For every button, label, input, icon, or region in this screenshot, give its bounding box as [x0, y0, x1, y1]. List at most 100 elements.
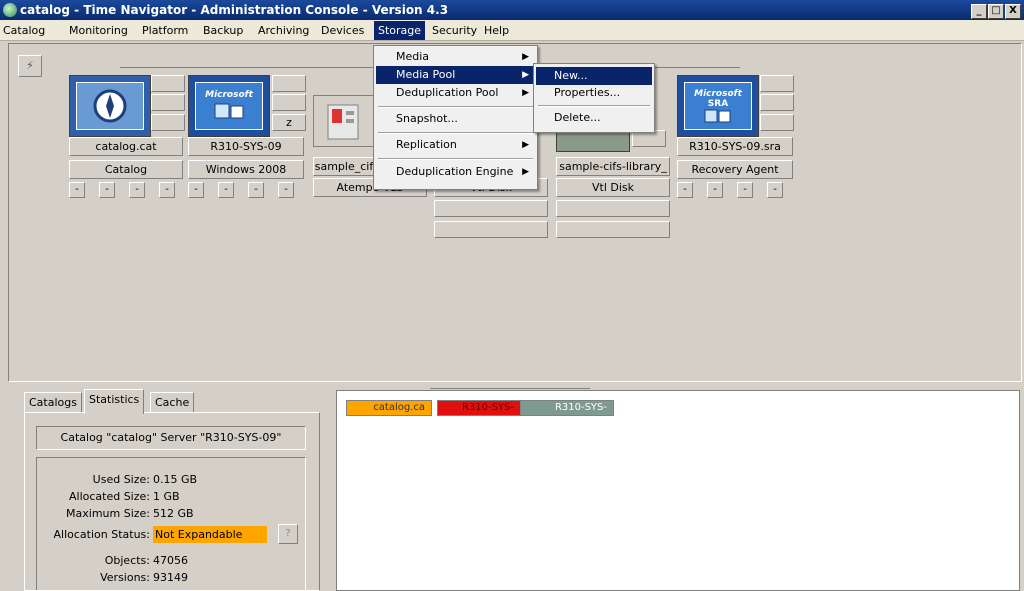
tab-cache[interactable]: Cache: [150, 392, 195, 413]
node-name-label: R310-SYS-09.sra: [677, 137, 793, 156]
submenu-arrow-icon: ▶: [522, 167, 529, 177]
menu-item-new[interactable]: New...: [536, 67, 652, 85]
menu-separator: [378, 132, 533, 134]
node-type-label: Windows 2008: [188, 160, 304, 179]
tab-statistics[interactable]: Statistics: [84, 389, 145, 414]
submenu-arrow-icon: ▶: [522, 140, 529, 150]
menu-item-dedup-engine[interactable]: Deduplication Engine ▶: [376, 163, 535, 181]
maximize-button[interactable]: □: [988, 4, 1004, 19]
app-icon: [3, 3, 17, 17]
help-button[interactable]: ?: [278, 524, 298, 544]
menu-item-label: Deduplication Pool: [396, 86, 499, 99]
node-slot-row: [556, 200, 670, 217]
submenu-arrow-icon: ▶: [522, 70, 529, 80]
menu-security[interactable]: Security: [432, 24, 477, 37]
node-name-label: sample-cifs-library_: [556, 157, 670, 176]
menu-item-media[interactable]: Media ▶: [376, 48, 535, 66]
node-slot-row: [434, 221, 548, 238]
catalog-node-icon[interactable]: [69, 75, 151, 137]
node-side-slot: [272, 94, 306, 111]
menu-devices[interactable]: Devices: [321, 24, 364, 37]
close-button[interactable]: X: [1005, 4, 1021, 19]
activity-pane: [336, 390, 1020, 591]
node-small-button[interactable]: -: [677, 182, 693, 198]
catalog-header: Catalog "catalog" Server "R310-SYS-09": [36, 426, 306, 450]
stat-label: Versions:: [100, 571, 150, 584]
menu-item-media-pool[interactable]: Media Pool ▶: [376, 66, 535, 84]
node-small-button[interactable]: -: [159, 182, 175, 198]
window-controls: _ □ X: [970, 2, 1021, 19]
node-small-button[interactable]: -: [69, 182, 85, 198]
menu-monitoring[interactable]: Monitoring: [69, 24, 128, 37]
allocation-status-value: Not Expandable: [153, 526, 267, 543]
node-side-slot: [151, 114, 185, 131]
menu-backup[interactable]: Backup: [203, 24, 243, 37]
node-side-slot: [760, 75, 794, 92]
node-side-slot: [272, 75, 306, 92]
stat-value: 1 GB: [153, 490, 180, 503]
media-pool-submenu: New... Properties... Delete...: [533, 63, 655, 133]
pane-splitter[interactable]: [430, 380, 590, 389]
node-small-button[interactable]: -: [767, 182, 783, 198]
node-side-slot: [760, 114, 794, 131]
recovery-agent-node-icon[interactable]: Microsoft SRA: [677, 75, 759, 137]
menu-item-dedup-pool[interactable]: Deduplication Pool ▶: [376, 84, 535, 102]
node-small-button[interactable]: -: [737, 182, 753, 198]
node-small-button[interactable]: -: [278, 182, 294, 198]
submenu-arrow-icon: ▶: [522, 52, 529, 62]
node-name-label: catalog.cat: [69, 137, 183, 156]
stat-label: Maximum Size:: [66, 507, 150, 520]
menu-platform[interactable]: Platform: [142, 24, 188, 37]
stat-value: 0.15 GB: [153, 473, 198, 486]
node-type-label: Recovery Agent: [677, 160, 793, 179]
agent-chip[interactable]: R310-SYS-: [520, 400, 614, 416]
menu-separator: [538, 105, 650, 107]
windows-server-node-icon[interactable]: Microsoft: [188, 75, 270, 137]
stat-label: Used Size:: [92, 473, 150, 486]
node-small-button[interactable]: -: [188, 182, 204, 198]
node-side-slot: [151, 75, 185, 92]
menu-item-label: Replication: [396, 138, 457, 151]
server-chip[interactable]: R310-SYS-: [437, 400, 521, 416]
stat-value: 47056: [153, 554, 188, 567]
menu-catalog[interactable]: Catalog: [3, 24, 45, 37]
sra-label: SRA: [707, 99, 729, 109]
menu-bar: Catalog Monitoring Platform Backup Archi…: [0, 20, 1024, 41]
menu-item-delete[interactable]: Delete...: [536, 109, 652, 127]
stat-label: Objects:: [104, 554, 150, 567]
node-side-slot: [760, 94, 794, 111]
node-type-label: Vtl Disk: [556, 178, 670, 197]
submenu-arrow-icon: ▶: [522, 88, 529, 98]
microsoft-logo-label: Microsoft: [205, 90, 253, 100]
menu-item-replication[interactable]: Replication ▶: [376, 136, 535, 154]
microsoft-logo-label: Microsoft: [694, 89, 742, 99]
menu-help[interactable]: Help: [484, 24, 509, 37]
node-side-slot: [151, 94, 185, 111]
node-small-button[interactable]: -: [218, 182, 234, 198]
menu-item-label: Media: [396, 50, 430, 63]
menu-item-label: Deduplication Engine: [396, 165, 514, 178]
catalog-chip[interactable]: catalog.ca: [346, 400, 432, 416]
node-slot-row: [434, 200, 548, 217]
menu-separator: [378, 106, 533, 108]
storage-menu: Media ▶ Media Pool ▶ Deduplication Pool ▶ S…: [373, 45, 538, 190]
minimize-button[interactable]: _: [971, 4, 987, 19]
menu-item-snapshot[interactable]: Snapshot...: [376, 110, 535, 128]
node-type-label: Catalog: [69, 160, 183, 179]
window-title: catalog - Time Navigator - Administratio…: [20, 3, 449, 17]
menu-separator: [378, 158, 533, 160]
node-name-label: R310-SYS-09: [188, 137, 304, 156]
menu-item-properties[interactable]: Properties...: [536, 84, 652, 102]
node-small-button[interactable]: -: [99, 182, 115, 198]
node-name-label: sample_cif: [313, 157, 375, 176]
menu-item-label: Media Pool: [396, 68, 456, 81]
node-small-button[interactable]: -: [707, 182, 723, 198]
menu-archiving[interactable]: Archiving: [258, 24, 309, 37]
node-small-button[interactable]: -: [129, 182, 145, 198]
node-marker: z: [272, 114, 306, 131]
node-small-button[interactable]: -: [248, 182, 264, 198]
link-tool-icon[interactable]: ⚡: [18, 55, 42, 77]
menu-storage[interactable]: Storage: [374, 21, 426, 40]
tab-catalogs[interactable]: Catalogs: [24, 392, 82, 413]
vls-node-icon[interactable]: [313, 95, 377, 147]
